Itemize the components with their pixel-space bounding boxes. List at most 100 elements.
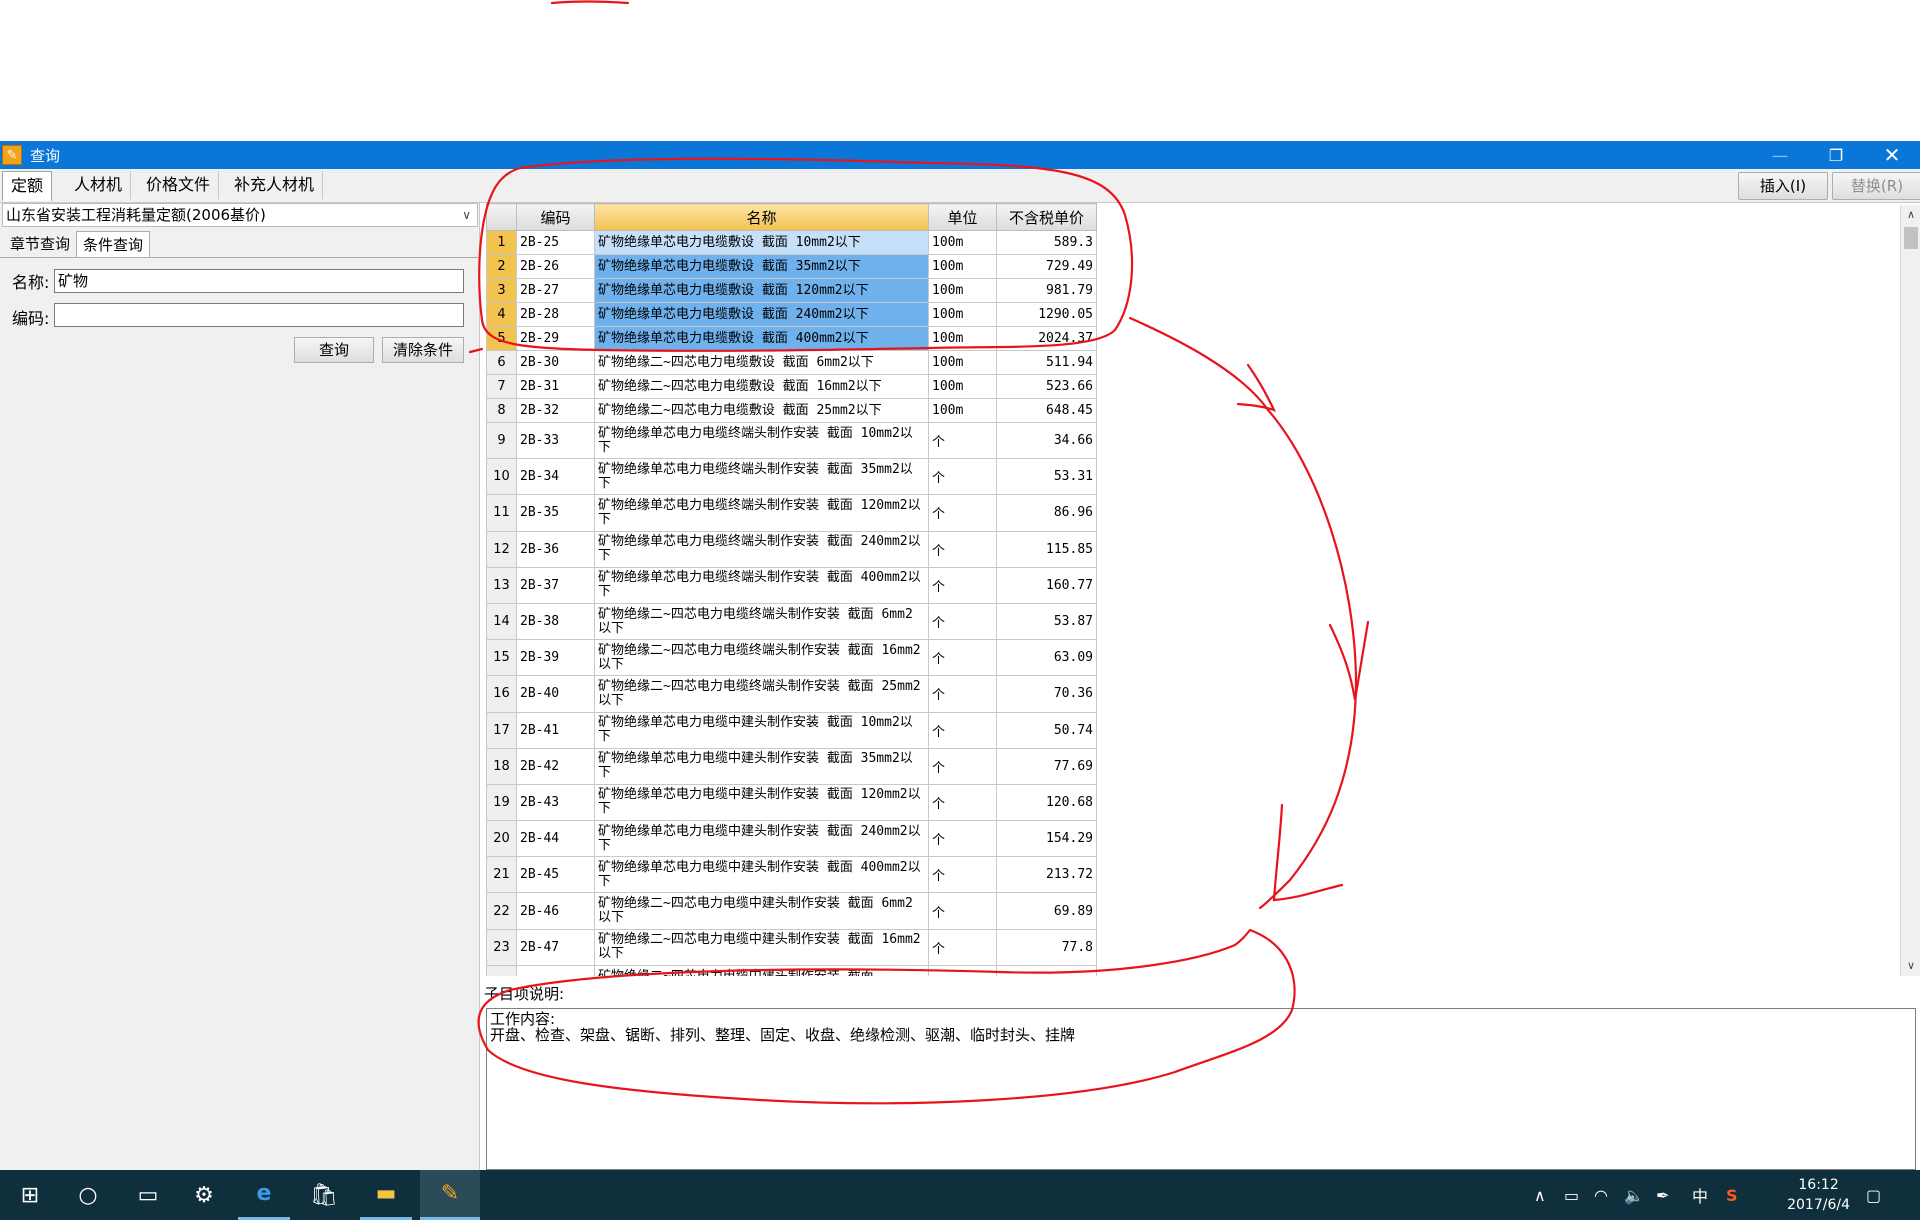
row-number: 20	[486, 820, 517, 858]
tab-price-file[interactable]: 价格文件	[138, 171, 220, 199]
tab-labor-material-machine[interactable]: 人材机	[66, 171, 132, 199]
quota-unit: 100m	[928, 278, 997, 303]
table-row[interactable]: 16 2B-40 矿物绝缘二~四芯电力电缆终端头制作安装 截面 25mm2以下个 70…	[486, 675, 1097, 713]
wifi-icon[interactable]: ◠	[1594, 1170, 1608, 1220]
table-row[interactable]: 18 2B-42 矿物绝缘单芯电力电缆中建头制作安装 截面 35mm2以下个 77.6…	[486, 747, 1097, 785]
table-row[interactable]: 13 2B-37 矿物绝缘单芯电力电缆终端头制作安装 截面 400mm2以下个 160…	[486, 566, 1097, 604]
table-row[interactable]: 14 2B-38 矿物绝缘二~四芯电力电缆终端头制作安装 截面 6mm2以下个 53.…	[486, 602, 1097, 641]
quota-name: 矿物绝缘单芯电力电缆中建头制作安装 截面 120mm2以下	[594, 783, 929, 822]
quota-code	[516, 964, 595, 976]
annotation-stroke-top	[550, 0, 630, 5]
table-row[interactable]: 21 2B-45 矿物绝缘单芯电力电缆中建头制作安装 截面 400mm2以下个 213…	[486, 856, 1097, 894]
notifications-icon[interactable]: ▢	[1866, 1170, 1881, 1220]
row-number: 16	[486, 675, 517, 713]
cortana-search-icon[interactable]: ○	[62, 1170, 114, 1220]
tab-condition-query[interactable]: 条件查询	[76, 231, 151, 257]
quota-name: 矿物绝缘二~四芯电力电缆敷设 截面 25mm2以下	[594, 398, 929, 423]
store-icon[interactable]: 🛍	[298, 1170, 350, 1220]
table-row[interactable]: 12 2B-36 矿物绝缘单芯电力电缆终端头制作安装 截面 240mm2以下个 115…	[486, 530, 1097, 568]
row-number: 4	[486, 302, 517, 327]
ime-indicator[interactable]: 中	[1692, 1170, 1708, 1220]
table-row[interactable]: 9 2B-33 矿物绝缘单芯电力电缆终端头制作安装 截面 10mm2以下个 34.66	[486, 421, 1097, 460]
restore-button[interactable]: ❐	[1808, 141, 1864, 169]
quota-price: 63.09	[996, 639, 1097, 677]
row-number: 14	[486, 602, 517, 641]
tab-supplementary[interactable]: 补充人材机	[226, 171, 324, 199]
replace-button[interactable]: 替换(R)	[1832, 172, 1920, 200]
grid-scrollbar[interactable]: ∧ ∨	[1900, 205, 1920, 976]
table-header-row: 编码 名称 单位 不含税单价	[486, 203, 1097, 231]
tab-quota[interactable]: 定额	[2, 171, 53, 201]
table-row[interactable]: 4 2B-28 矿物绝缘单芯电力电缆敷设 截面 240mm2以下 100m 1290.0…	[486, 302, 1097, 327]
clear-conditions-button[interactable]: 清除条件	[382, 337, 464, 363]
insert-button[interactable]: 插入(I)	[1738, 172, 1828, 200]
table-row[interactable]: 23 2B-47 矿物绝缘二~四芯电力电缆中建头制作安装 截面 16mm2以下个 77…	[486, 928, 1097, 966]
sogou-ime-icon[interactable]: S	[1726, 1170, 1738, 1220]
quota-unit: 个	[928, 892, 997, 930]
quota-name: 矿物绝缘单芯电力电缆中建头制作安装 截面 400mm2以下	[594, 856, 929, 894]
column-header-unit[interactable]: 单位	[928, 203, 997, 231]
quota-unit: 个	[928, 458, 997, 496]
close-button[interactable]: ✕	[1864, 141, 1920, 169]
table-row[interactable]: 19 2B-43 矿物绝缘单芯电力电缆中建头制作安装 截面 120mm2以下个 120…	[486, 783, 1097, 822]
quota-code: 2B-26	[516, 254, 595, 279]
query-button[interactable]: 查询	[294, 337, 374, 363]
results-table: 编码 名称 单位 不含税单价 1 2B-25 矿物绝缘单芯电力电缆敷设 截面 10m…	[486, 203, 1097, 976]
table-row[interactable]: 15 2B-39 矿物绝缘二~四芯电力电缆终端头制作安装 截面 16mm2以下个 63…	[486, 639, 1097, 677]
column-header-name[interactable]: 名称	[594, 203, 929, 231]
task-view-icon[interactable]: ▭	[122, 1170, 174, 1220]
table-row[interactable]: 5 2B-29 矿物绝缘单芯电力电缆敷设 截面 400mm2以下 100m 2024.3…	[486, 326, 1097, 351]
table-row[interactable]: 8 2B-32 矿物绝缘二~四芯电力电缆敷设 截面 25mm2以下 100m 648.4…	[486, 398, 1097, 423]
table-row[interactable]: 20 2B-44 矿物绝缘单芯电力电缆中建头制作安装 截面 240mm2以下个 154…	[486, 820, 1097, 858]
quota-app-taskbar-icon[interactable]: ✎	[420, 1170, 480, 1220]
name-field[interactable]: 矿物	[54, 269, 464, 293]
row-number: 13	[486, 566, 517, 604]
quota-unit: 100m	[928, 302, 997, 327]
quota-unit: 个	[928, 602, 997, 641]
pen-icon[interactable]: ✒	[1656, 1170, 1669, 1220]
quota-unit: 个	[928, 711, 997, 749]
quota-book-select[interactable]: 山东省安装工程消耗量定额(2006基价) ∨	[2, 203, 478, 227]
table-row[interactable]: 10 2B-34 矿物绝缘单芯电力电缆终端头制作安装 截面 35mm2以下个 53.3…	[486, 458, 1097, 496]
tab-chapter-query[interactable]: 章节查询	[4, 231, 76, 257]
tray-overflow-icon[interactable]: ∧	[1534, 1170, 1546, 1220]
windows-start-icon[interactable]: ⊞	[4, 1170, 56, 1220]
name-label: 名称:	[12, 273, 50, 292]
system-clock[interactable]: 16:12 2017/6/4	[1787, 1175, 1850, 1215]
quota-name: 矿物绝缘单芯电力电缆敷设 截面 400mm2以下	[594, 326, 929, 351]
table-row[interactable]: 6 2B-30 矿物绝缘二~四芯电力电缆敷设 截面 6mm2以下 100m 511.94	[486, 350, 1097, 375]
quota-unit: 100m	[928, 350, 997, 375]
quota-code: 2B-35	[516, 494, 595, 532]
table-row[interactable]: 22 2B-46 矿物绝缘二~四芯电力电缆中建头制作安装 截面 6mm2以下个 69.…	[486, 892, 1097, 930]
table-row[interactable]: 7 2B-31 矿物绝缘二~四芯电力电缆敷设 截面 16mm2以下 100m 523.6…	[486, 374, 1097, 399]
table-row[interactable]: 17 2B-41 矿物绝缘单芯电力电缆中建头制作安装 截面 10mm2以下个 50.7…	[486, 711, 1097, 749]
quota-price: 1290.05	[996, 302, 1097, 327]
quota-code: 2B-45	[516, 856, 595, 894]
quota-price	[996, 964, 1097, 976]
minimize-button[interactable]: —	[1752, 141, 1808, 169]
scroll-up-icon[interactable]: ∧	[1901, 205, 1920, 225]
table-row[interactable]: 11 2B-35 矿物绝缘单芯电力电缆终端头制作安装 截面 120mm2以下个 86.…	[486, 494, 1097, 532]
table-row[interactable]: 矿物绝缘二~四芯电力电缆中建头制作安装 截面	[486, 964, 1097, 976]
chevron-down-icon: ∨	[462, 208, 471, 222]
row-number: 10	[486, 458, 517, 496]
edge-browser-icon[interactable]: e	[238, 1170, 290, 1220]
column-header-price[interactable]: 不含税单价	[996, 203, 1097, 231]
column-header-code[interactable]: 编码	[516, 203, 595, 231]
file-explorer-icon[interactable]: ▬	[360, 1170, 412, 1220]
volume-icon[interactable]: 🔈	[1624, 1170, 1644, 1220]
top-tab-bar: 定额 人材机 价格文件 补充人材机 插入(I) 替换(R)	[0, 169, 1920, 203]
quota-unit: 100m	[928, 326, 997, 351]
quota-code: 2B-27	[516, 278, 595, 303]
scroll-thumb[interactable]	[1904, 227, 1918, 249]
settings-gear-icon[interactable]: ⚙	[178, 1170, 230, 1220]
code-field[interactable]	[54, 303, 464, 327]
scroll-down-icon[interactable]: ∨	[1901, 956, 1920, 976]
quota-name: 矿物绝缘二~四芯电力电缆中建头制作安装 截面 6mm2以下	[594, 892, 929, 930]
table-row[interactable]: 2 2B-26 矿物绝缘单芯电力电缆敷设 截面 35mm2以下 100m 729.49	[486, 254, 1097, 279]
battery-icon[interactable]: ▭	[1564, 1170, 1579, 1220]
row-number: 8	[486, 398, 517, 423]
table-row[interactable]: 3 2B-27 矿物绝缘单芯电力电缆敷设 截面 120mm2以下 100m 981.79	[486, 278, 1097, 303]
clock-date: 2017/6/4	[1787, 1197, 1850, 1213]
table-row[interactable]: 1 2B-25 矿物绝缘单芯电力电缆敷设 截面 10mm2以下 100m 589.3	[486, 230, 1097, 255]
